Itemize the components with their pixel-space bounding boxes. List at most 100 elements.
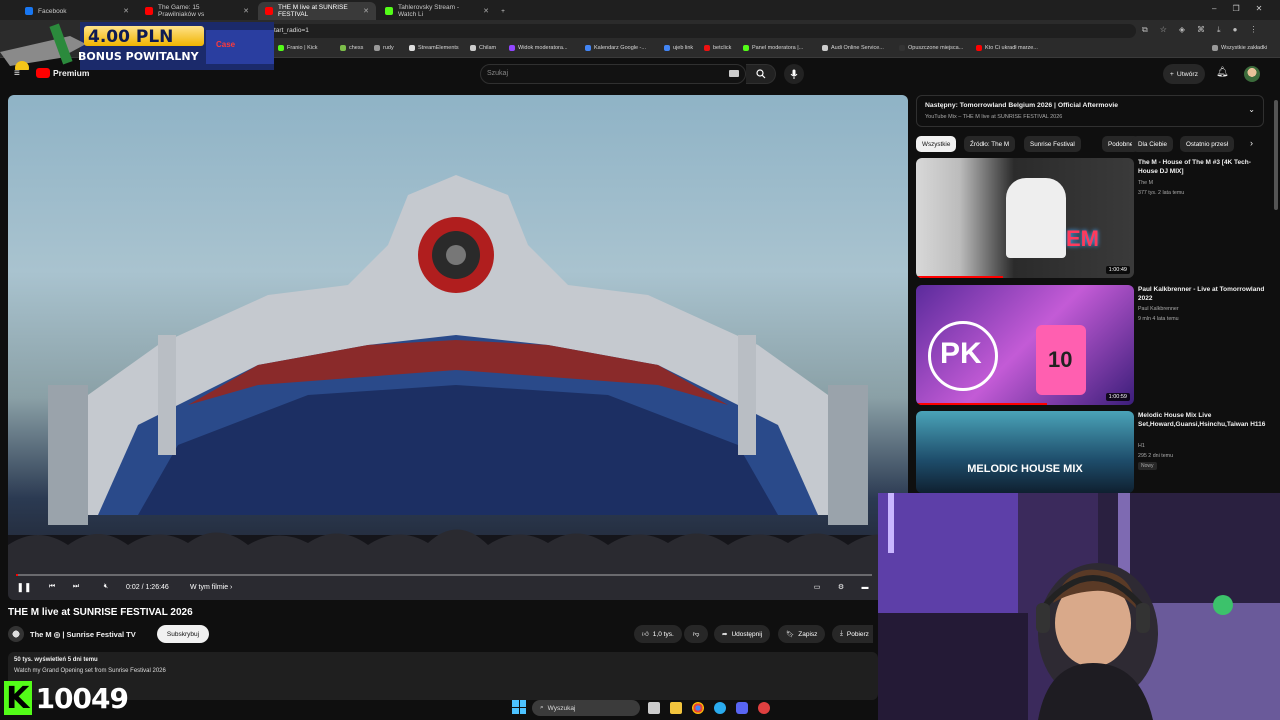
rec-thumbnail[interactable]: MELODIC HOUSE MIX [916, 411, 1134, 493]
video-player[interactable] [8, 95, 908, 600]
chapter-button[interactable]: W tym filmie › [190, 578, 232, 596]
tab-label: Tahlerovsky Stream - Watch Li [398, 4, 460, 18]
extension-icon[interactable]: ◈ [1179, 25, 1185, 35]
dislike-button[interactable]: 👎︎ [684, 625, 708, 643]
up-next-box[interactable]: Następny: Tomorrowland Belgium 2026 | Of… [916, 95, 1264, 127]
next-icon[interactable]: ⏭︎ [68, 578, 84, 596]
windows-start-icon[interactable] [512, 700, 526, 714]
description-box[interactable]: 50 tys. wyświetleń 5 dni temu Watch my G… [8, 652, 878, 700]
notifications-bell-icon[interactable]: 🔔︎ [1216, 67, 1229, 78]
taskbar-apps [648, 702, 770, 714]
bookmark-widok-moderatora[interactable]: Widok moderatora... [509, 45, 568, 51]
kick-follower-counter: K 10049 [4, 680, 129, 716]
bookmark-opuszczone-miejsca[interactable]: Opuszczone miejsca... [899, 45, 963, 51]
jersey-number: 10 [1048, 347, 1073, 372]
close-tab-icon[interactable]: ✕ [123, 7, 129, 15]
share-button[interactable]: ➦ Udostępnij [714, 625, 771, 643]
maximize-icon[interactable]: ❐ [1232, 4, 1239, 13]
search-button[interactable] [746, 64, 776, 84]
rec-channel[interactable]: Paul Kalkbrenner [1138, 306, 1179, 312]
url-field[interactable]: tart_radio=1 [266, 24, 1136, 38]
bookmark-audi-online[interactable]: Audi Online Service... [822, 45, 884, 51]
chip-sunrise-festival[interactable]: Sunrise Festival [1024, 136, 1081, 152]
duration-badge: 1:00:49 [1105, 266, 1130, 274]
minimize-icon[interactable]: – [1212, 4, 1216, 13]
rec-channel[interactable]: The M [1138, 180, 1153, 186]
subscribe-button[interactable]: Subskrybuj [157, 625, 209, 643]
watched-bar [916, 276, 1004, 278]
bookmark-rudy[interactable]: rudy [374, 45, 394, 51]
rec-title[interactable]: The M - House of The M #3 [4K Tech-House… [1138, 158, 1268, 176]
bookmark-franio-kick[interactable]: Franio | Kick [278, 45, 317, 51]
share-icon: ➦ [722, 631, 728, 638]
task-view-icon[interactable] [648, 702, 660, 714]
dj-figure [1006, 178, 1066, 258]
keyboard-icon[interactable] [729, 70, 739, 77]
pause-icon[interactable]: ❚❚ [16, 578, 32, 596]
close-window-icon[interactable]: ✕ [1256, 4, 1263, 13]
star-icon[interactable]: ☆ [1160, 25, 1167, 35]
browser-tab-the-game[interactable]: The Game: 15 Prawilniaków vs ✕ [138, 2, 256, 20]
subtitles-icon[interactable]: ▭ [810, 578, 824, 596]
download-icon[interactable]: ⤓ [1217, 25, 1221, 35]
obs-icon[interactable] [758, 702, 770, 714]
previous-icon[interactable]: ⏮︎ [44, 578, 60, 596]
chip-zrodlo[interactable]: Źródło: The M [964, 136, 1016, 152]
thumb-logo: EM [1066, 226, 1099, 251]
create-button[interactable]: + Utwórz [1163, 64, 1205, 84]
tab-label: THE M live at SUNRISE FESTIVAL [278, 4, 348, 18]
chip-ostatnio[interactable]: Ostatnio przesł [1180, 136, 1234, 152]
bookmark-ujeb-link[interactable]: ujeb link [664, 45, 693, 51]
bookmark-kto-ci-ukradl[interactable]: Kto Ci ukradł marze... [976, 45, 1038, 51]
browser-tab-tahlerovsky[interactable]: Tahlerovsky Stream - Watch Li ✕ [378, 2, 496, 20]
download-button[interactable]: ⤓ Pobierz [832, 625, 873, 643]
like-button[interactable]: 👍︎ 1,0 tys. [634, 625, 682, 643]
taskbar-search[interactable]: ⌕ Wyszukaj [532, 700, 640, 716]
theater-mode-icon[interactable]: ▬ [858, 578, 872, 596]
webcam-scene [878, 493, 1280, 720]
chevron-down-icon[interactable]: ⌄ [1248, 105, 1255, 114]
bookmark-betclick[interactable]: betclick [704, 45, 731, 51]
chevron-right-icon[interactable]: › [1250, 138, 1253, 148]
account-avatar[interactable] [1244, 66, 1260, 82]
new-tab-button[interactable]: + [496, 2, 510, 20]
up-next-subtitle: YouTube Mix – THE M live at SUNRISE FEST… [925, 114, 1063, 120]
bookmark-streamelements[interactable]: StreamElements [409, 45, 459, 51]
rec-channel[interactable]: H1 [1138, 443, 1145, 449]
bookmark-chilam[interactable]: Chilam [470, 45, 496, 51]
link-icon [664, 45, 670, 51]
discord-icon[interactable] [736, 702, 748, 714]
chip-dla-ciebie[interactable]: Dla Ciebie [1132, 136, 1174, 152]
voice-search-button[interactable] [784, 64, 804, 84]
all-bookmarks[interactable]: Wszystkie zakładki [1212, 45, 1267, 51]
rec-thumbnail[interactable]: PK 10 1:00:59 [916, 285, 1134, 405]
bookmark-chess[interactable]: chess [340, 45, 363, 51]
chip-wszystkie[interactable]: Wszystkie [916, 136, 957, 152]
puzzle-icon[interactable]: ⌘ [1197, 25, 1205, 35]
settings-gear-icon[interactable]: ⚙︎ [834, 578, 848, 596]
youtube-favicon-icon [145, 7, 153, 15]
install-icon[interactable]: ⧉ [1142, 25, 1148, 35]
sidebar-scrollbar[interactable] [1274, 100, 1278, 210]
bookmark-panel-moderatora[interactable]: Panel moderatora |... [743, 45, 803, 51]
channel-name[interactable]: The M ◎ | Sunrise Festival TV [30, 630, 136, 639]
browser-tab-the-m-live[interactable]: THE M live at SUNRISE FESTIVAL ✕ [258, 2, 376, 20]
save-button[interactable]: 🔖︎ Zapisz [778, 625, 826, 643]
search-input[interactable]: Szukaj [480, 64, 746, 84]
chrome-icon[interactable] [692, 702, 704, 714]
close-tab-icon[interactable]: ✕ [243, 7, 249, 15]
browser-tab-facebook[interactable]: Facebook ✕ [18, 2, 136, 20]
bookmark-kalendarz-google[interactable]: Kalendarz Google -... [585, 45, 646, 51]
close-tab-icon[interactable]: ✕ [483, 7, 489, 15]
close-tab-icon[interactable]: ✕ [363, 7, 369, 15]
file-explorer-icon[interactable] [670, 702, 682, 714]
video-progress-bar[interactable] [16, 574, 872, 576]
telegram-icon[interactable] [714, 702, 726, 714]
channel-avatar[interactable] [8, 626, 24, 642]
rec-title[interactable]: Melodic House Mix Live Set,Howard,Guansi… [1138, 411, 1268, 429]
rec-title[interactable]: Paul Kalkbrenner - Live at Tomorrowland … [1138, 285, 1268, 303]
rec-thumbnail[interactable]: EM 1:00:49 [916, 158, 1134, 278]
profile-icon[interactable]: ● [1233, 25, 1238, 35]
mute-icon[interactable]: 🔇︎ [98, 578, 114, 596]
menu-icon[interactable]: ⋮ [1249, 25, 1257, 35]
